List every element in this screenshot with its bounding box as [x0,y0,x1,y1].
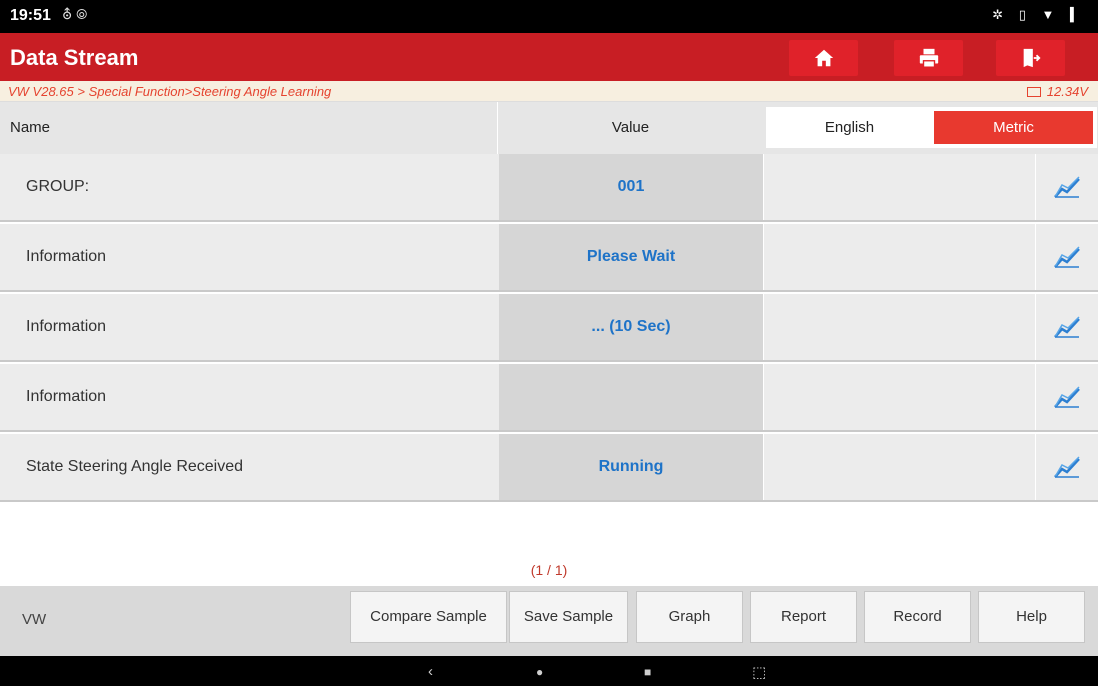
back-icon[interactable]: ‹ [428,663,433,680]
page-indicator: (1 / 1) [530,562,568,578]
recent-apps-icon[interactable]: ■ [644,665,651,679]
save-sample-button[interactable]: Save Sample [509,591,628,643]
row-unit-cell [763,364,1035,430]
breadcrumb-bar: VW V28.65 > Special Function>Steering An… [0,81,1098,102]
graph-button[interactable]: Graph [636,591,743,643]
system-nav-bar: ‹ ● ■ ⬚ [0,656,1098,686]
table-row[interactable]: Information Please Wait [0,224,1098,292]
row-name: State Steering Angle Received [26,458,244,475]
graph-icon [1054,386,1080,408]
row-value: Please Wait [499,224,763,290]
table-row[interactable]: Information ... (10 Sec) [0,294,1098,362]
help-button[interactable]: Help [978,591,1085,643]
home-nav-icon[interactable]: ● [536,665,543,679]
exit-button[interactable] [996,40,1065,76]
status-bar: 19:51 ⛢ ⦾ ✲ ▯ ▼ ▍ [0,0,1098,33]
table-row[interactable]: GROUP: 001 [0,154,1098,222]
title-bar: Data Stream [0,33,1098,81]
breadcrumb: VW V28.65 > Special Function>Steering An… [8,84,332,99]
clock: 19:51 [10,7,51,24]
row-value: Running [499,434,763,500]
printer-icon [919,48,938,68]
unit-toggle: English Metric [766,107,1097,148]
graph-toggle[interactable] [1035,154,1098,220]
battery-icon [1026,87,1041,97]
row-name: Information [26,318,107,335]
row-name: Information [26,248,107,265]
unit-english-button[interactable]: English [766,107,933,148]
vehicle-brand-label: VW [22,611,47,628]
row-unit-cell [763,434,1035,500]
graph-toggle[interactable] [1035,224,1098,290]
table-header: Name Value English Metric [0,102,1098,154]
exit-icon [1023,48,1041,68]
row-value: ... (10 Sec) [499,294,763,360]
unit-metric-button[interactable]: Metric [934,111,1093,144]
graph-toggle[interactable] [1035,294,1098,360]
report-button[interactable]: Report [750,591,857,643]
row-unit-cell [763,154,1035,220]
home-icon [814,49,833,67]
system-status-icons: ✲ ▯ ▼ ▍ [992,7,1086,22]
row-name: GROUP: [26,178,90,195]
graph-icon [1054,456,1080,478]
graph-icon [1054,176,1080,198]
record-button[interactable]: Record [864,591,971,643]
row-unit-cell [763,294,1035,360]
graph-toggle[interactable] [1035,364,1098,430]
home-button[interactable] [789,40,858,76]
print-button[interactable] [894,40,963,76]
notification-icons: ⛢ ⦾ [62,6,88,22]
column-value-header: Value [497,102,763,154]
bottom-toolbar: VW Compare Sample Save Sample Graph Repo… [0,586,1098,656]
row-unit-cell [763,224,1035,290]
screenshot-icon[interactable]: ⬚ [752,663,766,681]
voltage-value: 12.34V [1046,84,1088,99]
row-name: Information [26,388,107,405]
row-value [499,364,763,430]
graph-icon [1054,246,1080,268]
table-row[interactable]: Information [0,364,1098,432]
column-name-header: Name [10,119,51,136]
row-value: 001 [499,154,763,220]
graph-toggle[interactable] [1035,434,1098,500]
table-row[interactable]: State Steering Angle Received Running [0,434,1098,502]
compare-sample-button[interactable]: Compare Sample [350,591,507,643]
page-title: Data Stream [10,45,139,70]
graph-icon [1054,316,1080,338]
battery-voltage: 12.34V [1026,84,1088,99]
